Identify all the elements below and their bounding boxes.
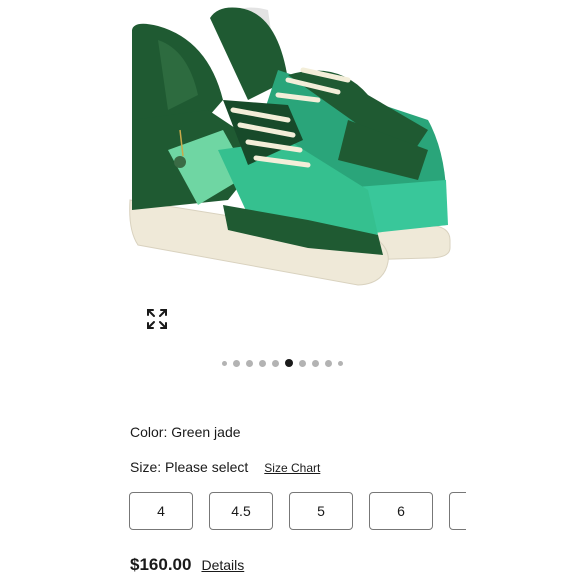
size-label: Size:: [130, 459, 162, 475]
expand-icon: [147, 309, 167, 329]
details-link[interactable]: Details: [201, 557, 244, 573]
pagination-dot[interactable]: [299, 359, 306, 367]
pagination-dot[interactable]: [233, 359, 240, 367]
size-options: 4 4.5 5 6: [129, 492, 466, 532]
size-option-4[interactable]: 4: [129, 492, 193, 530]
price: $160.00: [130, 555, 192, 574]
pagination-dot[interactable]: [338, 360, 343, 366]
pagination-dot[interactable]: [325, 359, 332, 367]
pagination-dot[interactable]: [246, 359, 253, 367]
pagination-dot-active[interactable]: [285, 359, 293, 367]
size-option-partial[interactable]: [449, 492, 466, 530]
sneaker-illustration: [129, 7, 451, 286]
image-pagination-dots: [222, 359, 343, 367]
size-value: Please select: [165, 459, 249, 475]
pagination-dot[interactable]: [272, 359, 279, 367]
color-value: Green jade: [171, 424, 241, 440]
size-option-4-5[interactable]: 4.5: [209, 492, 273, 530]
product-image[interactable]: [128, 0, 452, 345]
color-label: Color:: [130, 424, 168, 440]
size-option-6[interactable]: 6: [369, 492, 433, 530]
pagination-dot[interactable]: [259, 359, 266, 367]
price-row: $160.00 Details: [130, 555, 244, 575]
size-option-5[interactable]: 5: [289, 492, 353, 530]
size-chart-link[interactable]: Size Chart: [264, 461, 320, 475]
color-selection: Color: Green jade: [130, 424, 241, 440]
expand-image-button[interactable]: [144, 306, 170, 332]
pagination-dot[interactable]: [312, 359, 319, 367]
pagination-dot[interactable]: [222, 360, 227, 366]
size-selection: Size: Please select Size Chart: [130, 459, 320, 475]
